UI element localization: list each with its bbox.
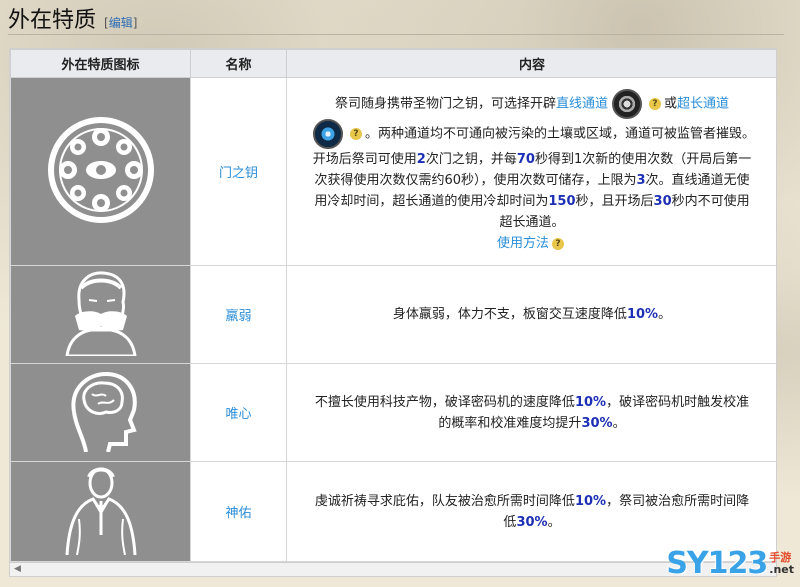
traits-table-container: 外在特质图标 名称 内容 门之钥 祭司随身携带圣物门之钥，可选择开辟直线通道 ?… <box>9 48 777 563</box>
table-row: 唯心 不擅长使用科技产物，破译密码机的速度降低10%，破译密码机时触发校准的概率… <box>10 363 776 462</box>
help-icon[interactable]: ? <box>350 128 362 140</box>
watermark-sub-top: 手游 <box>769 550 792 564</box>
horizontal-scrollbar[interactable]: ◀ <box>9 563 777 577</box>
long-channel-orb-icon <box>313 119 343 149</box>
trait-icon-cell <box>10 461 191 562</box>
usage-method-link[interactable]: 使用方法 <box>497 236 549 251</box>
table-header-row: 外在特质图标 名称 内容 <box>10 49 776 78</box>
watermark-logo: SY123 手游 .net <box>666 546 794 581</box>
trait-content-cell: 祭司随身携带圣物门之钥，可选择开辟直线通道? 或超长通道 ? 。两种通道均不可通向被… <box>286 77 776 266</box>
trait-name-cell: 羸弱 <box>190 265 287 364</box>
trait-name-link[interactable]: 神佑 <box>225 506 251 521</box>
straight-channel-link[interactable]: 直线通道 <box>556 97 608 112</box>
trait-icon-cell <box>10 77 191 266</box>
edit-link[interactable]: 编辑 <box>109 16 133 30</box>
watermark-sub-bottom: .net <box>769 562 794 576</box>
gate-key-emblem-icon <box>47 116 154 223</box>
straight-channel-orb-icon <box>612 89 642 119</box>
long-channel-link[interactable]: 超长通道 <box>677 97 729 112</box>
table-row: 门之钥 祭司随身携带圣物门之钥，可选择开辟直线通道? 或超长通道 ? 。两种通道均不… <box>10 77 776 266</box>
trait-name-cell: 门之钥 <box>190 77 287 266</box>
table-row: 羸弱 身体羸弱，体力不支，板窗交互速度降低10%。 <box>10 265 776 364</box>
header-divider <box>8 34 784 35</box>
column-header-content: 内容 <box>286 49 776 78</box>
trait-name-link[interactable]: 羸弱 <box>225 309 251 324</box>
edit-link-wrapper: [编辑] <box>104 16 138 30</box>
help-icon[interactable]: ? <box>649 98 661 110</box>
trait-content-cell: 不擅长使用科技产物，破译密码机的速度降低10%，破译密码机时触发校准的概率和校准… <box>286 363 776 462</box>
praying-figure-icon <box>65 467 136 555</box>
traits-table: 外在特质图标 名称 内容 门之钥 祭司随身携带圣物门之钥，可选择开辟直线通道 ?… <box>10 49 776 562</box>
trait-icon-cell <box>10 363 191 462</box>
watermark-logo-text: SY123 <box>666 546 768 581</box>
trait-content-cell: 身体羸弱，体力不支，板窗交互速度降低10%。 <box>286 265 776 364</box>
section-title: 外在特质 <box>8 8 97 33</box>
trait-name-cell: 唯心 <box>190 363 287 462</box>
trait-icon-cell <box>10 265 191 364</box>
column-header-name: 名称 <box>190 49 287 78</box>
trait-name-link[interactable]: 唯心 <box>225 407 251 422</box>
help-icon[interactable]: ? <box>552 237 564 250</box>
table-row: 神佑 虔诚祈祷寻求庇佑，队友被治愈所需时间降低10%，祭司被治愈所需时间降低30… <box>10 461 776 562</box>
trait-name-cell: 神佑 <box>190 461 287 562</box>
section-header: 外在特质 [编辑] <box>0 0 800 34</box>
scroll-left-arrow-icon[interactable]: ◀ <box>14 564 21 574</box>
covering-mouth-face-icon <box>64 270 137 357</box>
head-brain-icon <box>70 371 137 452</box>
trait-name-link[interactable]: 门之钥 <box>219 166 258 181</box>
column-header-icon: 外在特质图标 <box>10 49 191 78</box>
